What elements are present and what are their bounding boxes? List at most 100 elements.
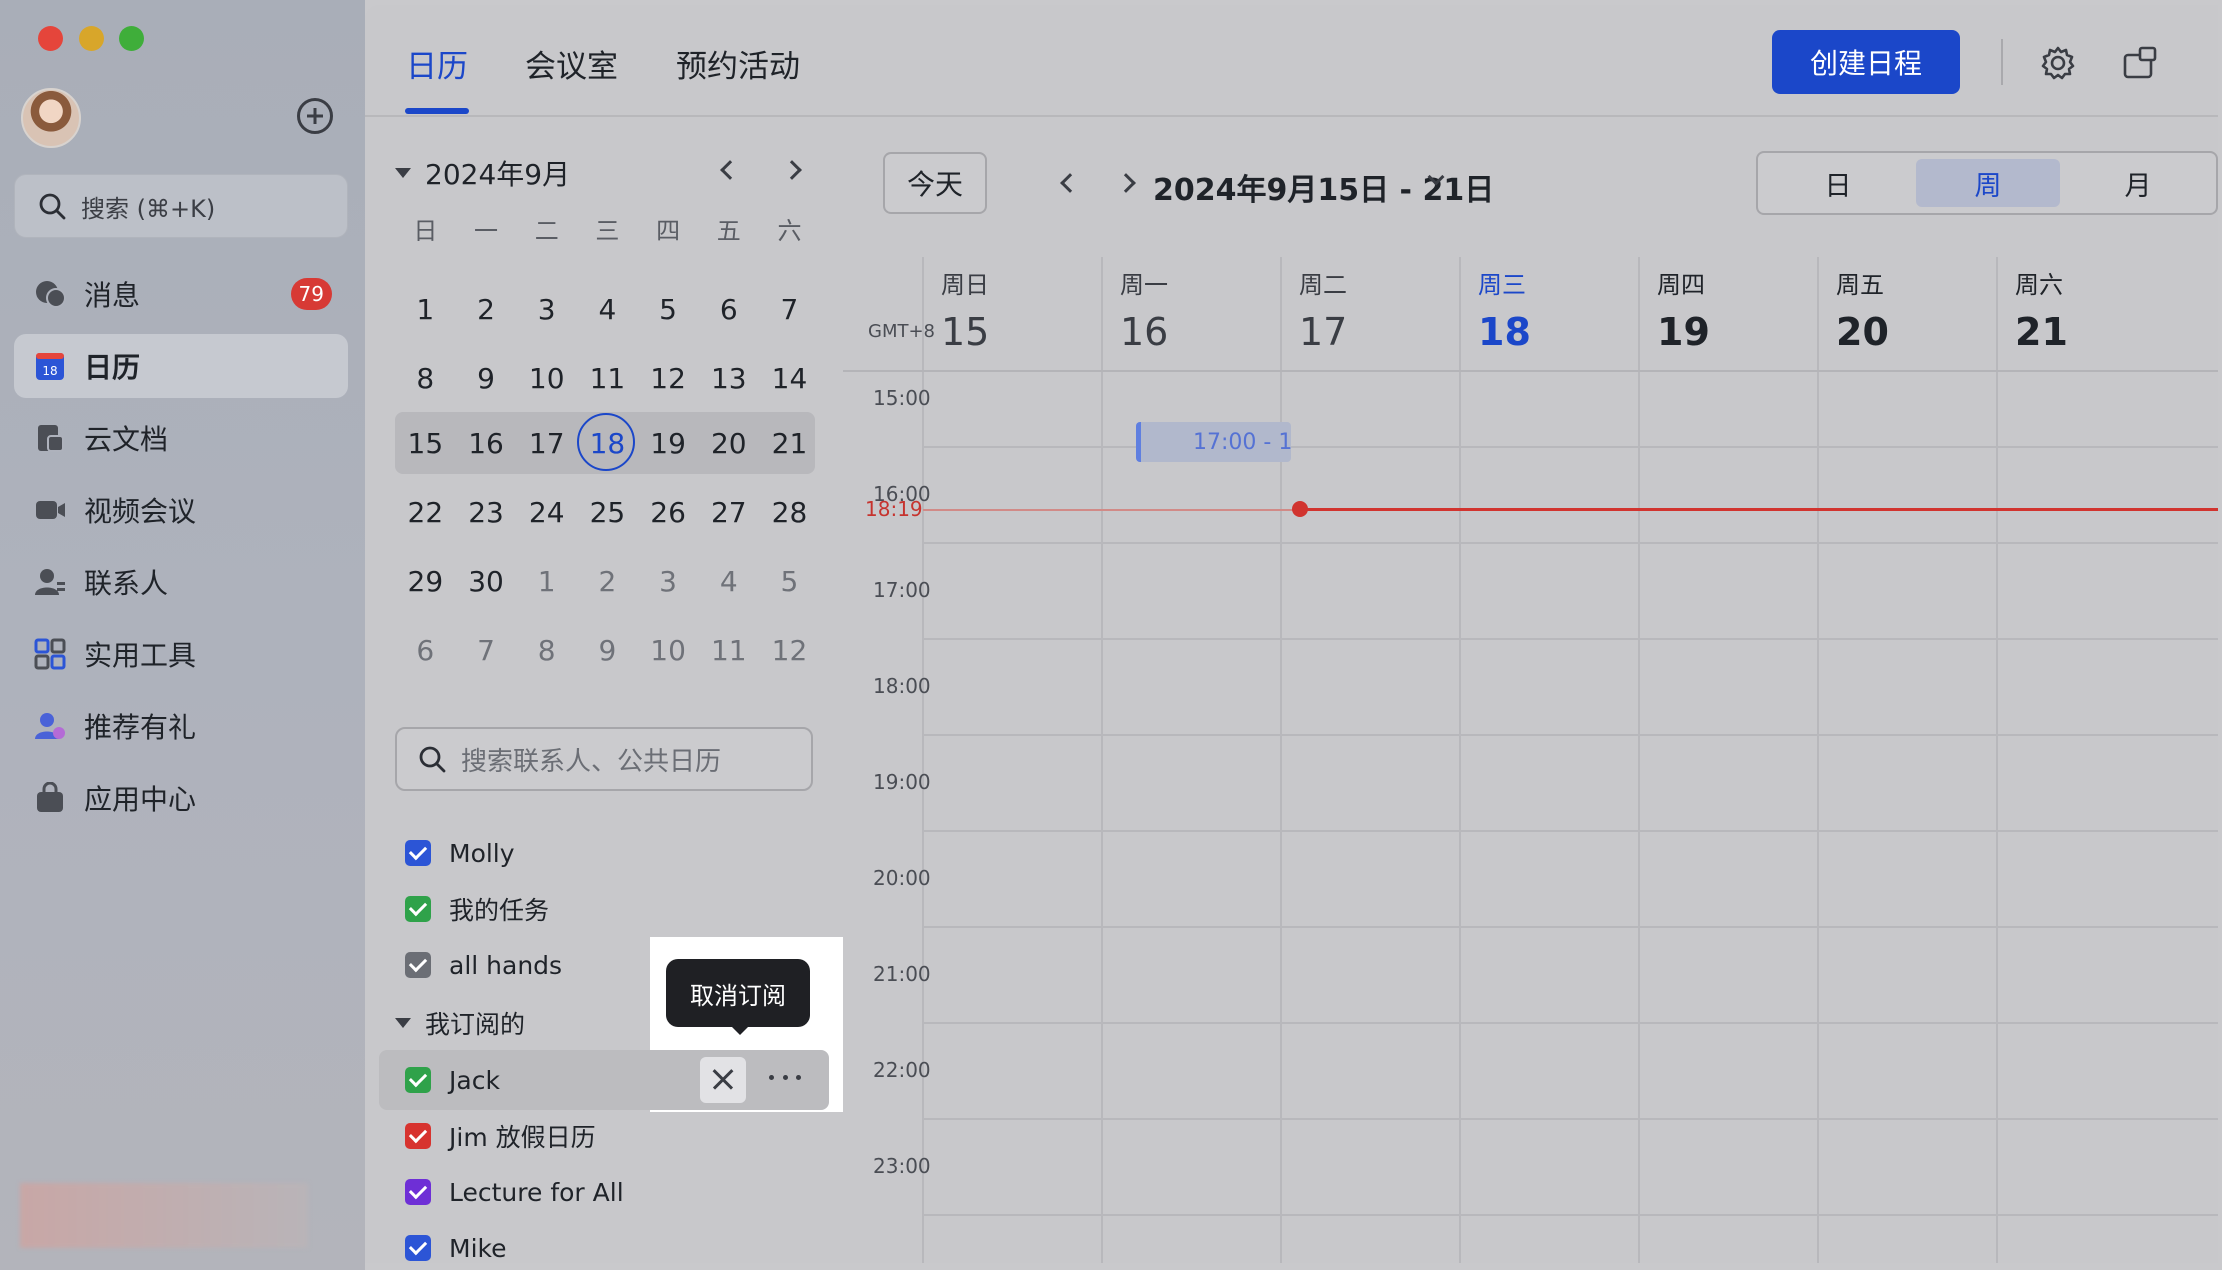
date-cell-next-month[interactable]: 10 bbox=[638, 622, 699, 678]
nav-item-messages[interactable]: 消息 79 bbox=[14, 262, 348, 326]
zoom-window-button[interactable] bbox=[119, 26, 144, 51]
calendar-search-input[interactable]: 搜索联系人、公共日历 bbox=[395, 727, 813, 791]
tab-meeting-room[interactable]: 会议室 bbox=[525, 41, 618, 86]
date-cell[interactable]: 1 bbox=[395, 281, 456, 337]
date-cell[interactable]: 3 bbox=[516, 281, 577, 337]
nav-item-tools[interactable]: 实用工具 bbox=[14, 622, 348, 686]
more-options-icon[interactable] bbox=[769, 1075, 801, 1083]
date-cell[interactable]: 6 bbox=[698, 281, 759, 337]
day-header-sat[interactable]: 周六 21 bbox=[2015, 265, 2068, 354]
date-cell[interactable]: 13 bbox=[698, 350, 759, 406]
today-button[interactable]: 今天 bbox=[883, 152, 987, 214]
checkbox-checked[interactable] bbox=[405, 1179, 431, 1205]
date-cell-next-month[interactable]: 4 bbox=[698, 553, 759, 609]
date-cell[interactable]: 19 bbox=[638, 415, 699, 471]
day-header-tue[interactable]: 周二 17 bbox=[1299, 265, 1347, 354]
date-cell-next-month[interactable]: 1 bbox=[516, 553, 577, 609]
collapse-triangle-icon[interactable] bbox=[395, 1018, 411, 1028]
date-cell-next-month[interactable]: 6 bbox=[395, 622, 456, 678]
checkbox-checked[interactable] bbox=[405, 1067, 431, 1093]
calendar-item-jack[interactable]: Jack bbox=[405, 1058, 500, 1102]
view-option-week[interactable]: 周 bbox=[1916, 159, 2060, 207]
date-cell-next-month[interactable]: 3 bbox=[638, 553, 699, 609]
subscribed-section-header[interactable]: 我订阅的 bbox=[395, 1005, 525, 1041]
date-cell[interactable]: 21 bbox=[759, 415, 820, 471]
date-cell-next-month[interactable]: 8 bbox=[516, 622, 577, 678]
date-cell-next-month[interactable]: 12 bbox=[759, 622, 820, 678]
date-cell[interactable]: 9 bbox=[456, 350, 517, 406]
view-option-month[interactable]: 月 bbox=[2066, 159, 2210, 207]
checkbox-checked[interactable] bbox=[405, 1123, 431, 1149]
calendar-event[interactable]: 17:00 - 17 bbox=[1136, 422, 1291, 462]
add-icon[interactable] bbox=[297, 98, 333, 134]
date-cell[interactable]: 28 bbox=[759, 484, 820, 540]
checkbox-checked[interactable] bbox=[405, 1235, 431, 1261]
unsubscribe-close-icon[interactable] bbox=[700, 1057, 746, 1103]
nav-item-referral[interactable]: 推荐有礼 bbox=[14, 694, 348, 758]
checkbox-checked[interactable] bbox=[405, 896, 431, 922]
date-cell[interactable]: 4 bbox=[577, 281, 638, 337]
chevron-left-icon[interactable] bbox=[720, 160, 740, 180]
calendar-item-all-hands[interactable]: all hands bbox=[405, 943, 562, 987]
date-cell[interactable]: 30 bbox=[456, 553, 517, 609]
date-cell[interactable]: 22 bbox=[395, 484, 456, 540]
date-cell-next-month[interactable]: 5 bbox=[759, 553, 820, 609]
date-range-label[interactable]: 2024年9月15日 - 21日 bbox=[1153, 165, 1494, 209]
date-cell[interactable]: 14 bbox=[759, 350, 820, 406]
date-cell[interactable]: 7 bbox=[759, 281, 820, 337]
date-cell[interactable]: 10 bbox=[516, 350, 577, 406]
date-cell[interactable]: 2 bbox=[456, 281, 517, 337]
minimize-window-button[interactable] bbox=[79, 26, 104, 51]
date-cell[interactable]: 24 bbox=[516, 484, 577, 540]
nav-item-video-meeting[interactable]: 视频会议 bbox=[14, 478, 348, 542]
date-cell[interactable]: 25 bbox=[577, 484, 638, 540]
date-cell-next-month[interactable]: 2 bbox=[577, 553, 638, 609]
create-event-button[interactable]: 创建日程 bbox=[1772, 30, 1960, 94]
date-cell[interactable]: 23 bbox=[456, 484, 517, 540]
gear-icon[interactable] bbox=[2040, 45, 2076, 81]
date-cell-next-month[interactable]: 11 bbox=[698, 622, 759, 678]
calendar-item-mike[interactable]: Mike bbox=[405, 1226, 506, 1270]
calendar-item-my-tasks[interactable]: 我的任务 bbox=[405, 887, 549, 931]
open-window-icon[interactable] bbox=[2122, 45, 2158, 81]
date-cell[interactable]: 20 bbox=[698, 415, 759, 471]
calendar-item-lecture[interactable]: Lecture for All bbox=[405, 1170, 624, 1214]
date-cell[interactable]: 26 bbox=[638, 484, 699, 540]
nav-item-docs[interactable]: 云文档 bbox=[14, 406, 348, 470]
chevron-right-icon[interactable] bbox=[1116, 173, 1136, 193]
checkbox-checked[interactable] bbox=[405, 840, 431, 866]
date-cell[interactable]: 11 bbox=[577, 350, 638, 406]
day-header-sun[interactable]: 周日 15 bbox=[941, 265, 989, 354]
day-header-mon[interactable]: 周一 16 bbox=[1120, 265, 1168, 354]
date-cell[interactable]: 15 bbox=[395, 415, 456, 471]
day-header-fri[interactable]: 周五 20 bbox=[1836, 265, 1889, 354]
date-cell[interactable]: 12 bbox=[638, 350, 699, 406]
global-search[interactable]: 搜索 (⌘+K) bbox=[14, 174, 348, 238]
avatar[interactable] bbox=[21, 88, 81, 148]
close-window-button[interactable] bbox=[38, 26, 63, 51]
date-cell[interactable]: 16 bbox=[456, 415, 517, 471]
collapse-triangle-icon[interactable] bbox=[395, 168, 411, 178]
day-header-wed-today[interactable]: 周三 18 bbox=[1478, 265, 1531, 354]
date-cell-next-month[interactable]: 9 bbox=[577, 622, 638, 678]
mini-calendar-header[interactable]: 2024年9月 bbox=[395, 153, 570, 193]
date-cell[interactable]: 8 bbox=[395, 350, 456, 406]
day-header-thu[interactable]: 周四 19 bbox=[1657, 265, 1710, 354]
checkbox-checked[interactable] bbox=[405, 952, 431, 978]
date-cell[interactable]: 27 bbox=[698, 484, 759, 540]
date-cell[interactable]: 17 bbox=[516, 415, 577, 471]
tab-booking-events[interactable]: 预约活动 bbox=[676, 41, 800, 86]
chevron-left-icon[interactable] bbox=[1060, 173, 1080, 193]
nav-item-calendar[interactable]: 18 日历 bbox=[14, 334, 348, 398]
nav-item-contacts[interactable]: 联系人 bbox=[14, 550, 348, 614]
calendar-item-molly[interactable]: Molly bbox=[405, 831, 515, 875]
calendar-item-jim-holiday[interactable]: Jim 放假日历 bbox=[405, 1114, 596, 1158]
chevron-right-icon[interactable] bbox=[782, 160, 802, 180]
view-option-day[interactable]: 日 bbox=[1766, 159, 1910, 207]
date-cell[interactable]: 29 bbox=[395, 553, 456, 609]
date-cell-next-month[interactable]: 7 bbox=[456, 622, 517, 678]
date-cell[interactable]: 5 bbox=[638, 281, 699, 337]
nav-item-label: 日历 bbox=[84, 351, 141, 384]
tab-calendar[interactable]: 日历 bbox=[406, 41, 468, 86]
nav-item-app-center[interactable]: 应用中心 bbox=[14, 766, 348, 830]
